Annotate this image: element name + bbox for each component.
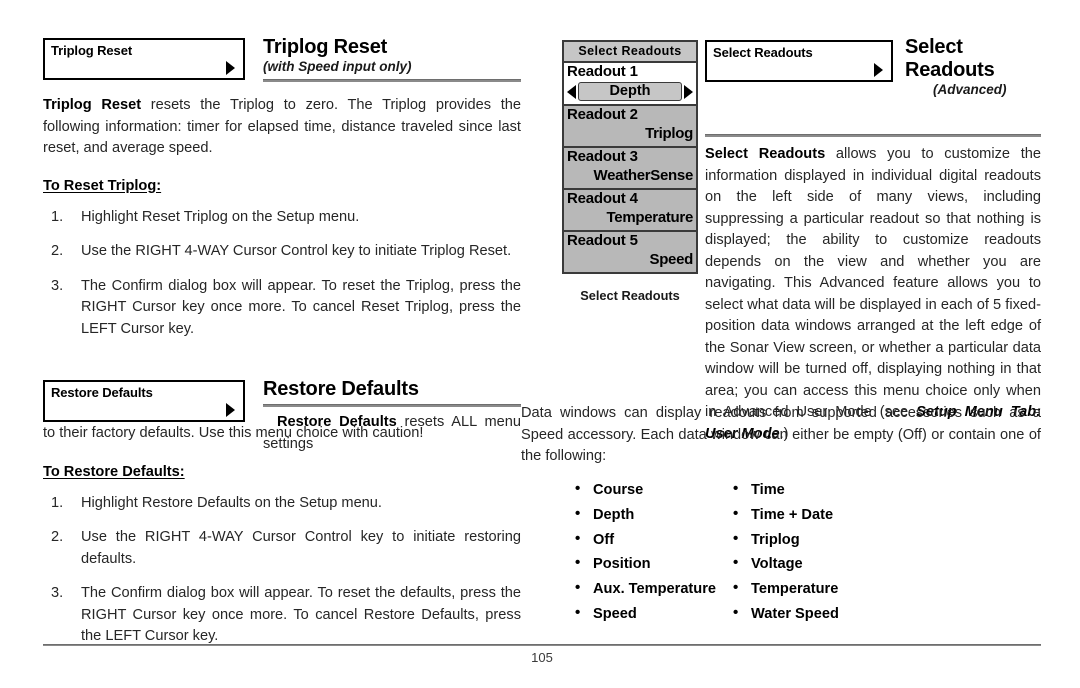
section-restore-defaults: Restore Defaults Restore Defaults Restor… [43, 378, 521, 648]
page-title-line2: Readouts [905, 59, 995, 81]
menu-chip-label: Restore Defaults [51, 385, 153, 400]
list-item: Position [575, 551, 733, 577]
footer-divider [43, 644, 1041, 646]
procedure-heading: To Reset Triplog: [43, 177, 162, 194]
lcd-screenshot-select-readouts: Select Readouts Readout 1 Depth Readout … [562, 40, 698, 274]
document-page: Triplog Reset Triplog Reset (with Speed … [0, 0, 1080, 688]
lcd-row-label: Readout 2 [567, 106, 638, 123]
readout-options-column-2: Time Time + Date Triplog Voltage Tempera… [733, 477, 905, 627]
list-item: Off [575, 527, 733, 553]
paragraph-lead-term: Restore Defaults [277, 414, 397, 430]
list-item: 2. Use the RIGHT 4-WAY Cursor Control ke… [43, 527, 521, 570]
lcd-title-bar: Select Readouts [564, 42, 696, 63]
paragraph-lead-term: Select Readouts [705, 146, 826, 162]
list-item: Time + Date [733, 502, 905, 528]
procedure-heading: To Restore Defaults: [43, 463, 185, 480]
page-title: Restore Defaults [263, 378, 419, 400]
lcd-screenshot-caption: Select Readouts [580, 288, 680, 303]
section-heading-block: Triplog Reset (with Speed input only) [263, 36, 521, 82]
list-item: Aux. Temperature [575, 576, 733, 602]
lcd-value-selector[interactable]: Depth [567, 81, 693, 101]
readout-options-column-1: Course Depth Off Position Aux. Temperatu… [575, 477, 733, 627]
list-item: 3. The Confirm dialog box will appear. T… [43, 276, 521, 341]
page-number: 105 [531, 650, 553, 665]
section-subtitle: (with Speed input only) [263, 59, 412, 74]
readout-options-list: Course Depth Off Position Aux. Temperatu… [575, 477, 905, 627]
heading-divider [263, 79, 521, 82]
step-text: Highlight Reset Triplog on the Setup men… [81, 208, 360, 225]
left-column: Triplog Reset Triplog Reset (with Speed … [43, 36, 521, 648]
page-title: Select [905, 36, 963, 58]
left-triangle-icon[interactable] [567, 84, 576, 99]
paragraph-body: allows you to customize the information … [705, 146, 1041, 420]
lcd-row-label: Readout 1 [567, 63, 638, 80]
lcd-row-readout-4[interactable]: Readout 4 Temperature [564, 190, 696, 232]
step-number: 3. [51, 585, 64, 601]
step-number: 2. [51, 529, 64, 545]
step-number: 1. [51, 494, 64, 511]
menu-chip-label: Triplog Reset [51, 43, 133, 58]
right-triangle-icon [226, 403, 235, 417]
procedure-steps-restore: 1. Highlight Restore Defaults on the Set… [43, 493, 521, 648]
menu-chip-triplog-reset[interactable]: Triplog Reset [43, 38, 245, 80]
lcd-row-value: Depth [578, 82, 682, 101]
lcd-row-value: Speed [649, 251, 693, 268]
lcd-row-label: Readout 4 [567, 190, 638, 207]
section-heading-block: Select Readouts (Advanced) [905, 36, 1041, 98]
step-number: 3. [51, 277, 64, 294]
list-item: Depth [575, 502, 733, 528]
right-column: Select Readouts Readout 1 Depth Readout … [560, 36, 1041, 442]
step-number: 1. [51, 208, 64, 225]
lcd-row-readout-5[interactable]: Readout 5 Speed [564, 232, 696, 272]
menu-chip-label: Select Readouts [713, 45, 813, 60]
paragraph-select-readouts-intro: Select Readouts allows you to customize … [705, 144, 1041, 445]
list-item: 1. Highlight Restore Defaults on the Set… [43, 493, 521, 515]
lcd-row-label: Readout 5 [567, 232, 638, 249]
paragraph-triplog-intro: Triplog Reset resets the Triplog to zero… [43, 95, 521, 160]
right-triangle-icon [226, 61, 235, 75]
list-item: Water Speed [733, 601, 905, 627]
list-item: Course [575, 477, 733, 503]
lcd-row-value: Temperature [606, 209, 694, 226]
lcd-row-readout-3[interactable]: Readout 3 WeatherSense [564, 148, 696, 190]
list-item: Time [733, 477, 905, 503]
heading-divider [705, 134, 1041, 137]
list-item: Voltage [733, 551, 905, 577]
step-text: Use the RIGHT 4-WAY Cursor Control key t… [81, 529, 521, 567]
paragraph-data-windows: Data windows can display readouts from s… [521, 405, 1041, 464]
list-item: 3. The Confirm dialog box will appear. T… [43, 583, 521, 648]
section-triplog-reset: Triplog Reset Triplog Reset (with Speed … [43, 36, 521, 340]
right-triangle-icon [874, 63, 883, 77]
paragraph-restore-intro-first-line: Restore Defaults resets ALL menu setting… [263, 412, 521, 455]
lcd-row-value: Triplog [645, 125, 693, 142]
list-item: 1. Highlight Reset Triplog on the Setup … [43, 207, 521, 229]
page-title: Triplog Reset [263, 36, 388, 58]
list-item: Triplog [733, 527, 905, 553]
section-subtitle: (Advanced) [933, 82, 1007, 97]
heading-divider [263, 404, 521, 407]
list-item: Speed [575, 601, 733, 627]
step-text: Highlight Restore Defaults on the Setup … [81, 494, 382, 511]
menu-chip-restore-defaults[interactable]: Restore Defaults [43, 380, 245, 422]
step-text: The Confirm dialog box will appear. To r… [81, 277, 521, 337]
list-item: 2. Use the RIGHT 4-WAY Cursor Control ke… [43, 241, 521, 263]
step-text: Use the RIGHT 4-WAY Cursor Control key t… [81, 243, 512, 259]
right-triangle-icon[interactable] [684, 84, 693, 99]
menu-chip-select-readouts[interactable]: Select Readouts [705, 40, 893, 82]
lcd-row-readout-2[interactable]: Readout 2 Triplog [564, 106, 696, 148]
section-heading-block: Restore Defaults Restore Defaults resets… [263, 378, 521, 455]
step-number: 2. [51, 243, 64, 259]
procedure-steps-triplog: 1. Highlight Reset Triplog on the Setup … [43, 207, 521, 341]
lcd-row-value: WeatherSense [593, 167, 693, 184]
lcd-row-label: Readout 3 [567, 148, 638, 165]
step-text: The Confirm dialog box will appear. To r… [81, 585, 521, 644]
lcd-row-readout-1[interactable]: Readout 1 Depth [564, 63, 696, 106]
list-item: Temperature [733, 576, 905, 602]
paragraph-lead-term: Triplog Reset [43, 97, 142, 113]
